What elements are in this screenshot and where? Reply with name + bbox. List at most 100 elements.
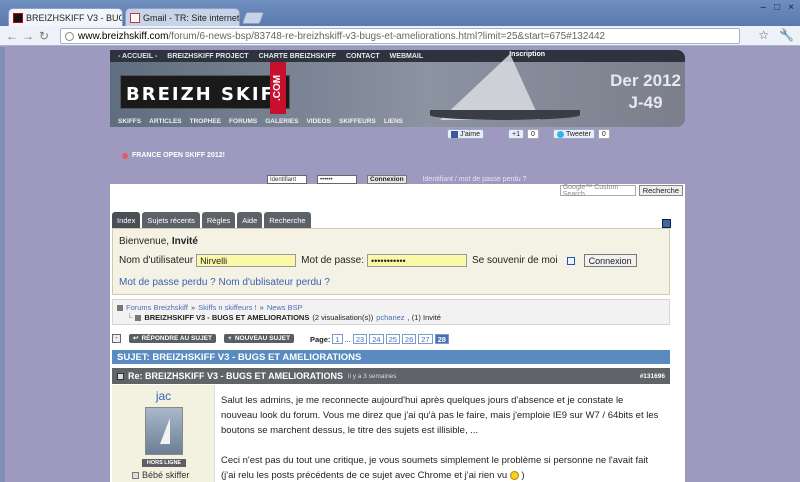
collapse-button[interactable]: - (112, 333, 121, 343)
forward-icon[interactable]: → (20, 29, 36, 43)
submenu-skiffeurs[interactable]: SKIFFEURS (339, 118, 376, 125)
breadcrumb-sep: » (259, 303, 264, 312)
bookmark-star-icon[interactable]: ☆ (758, 28, 769, 42)
topic-views: (2 visualisation(s)) (312, 313, 374, 322)
browser-tabstrip: BREIZHSKIFF V3 - BUGS ET AMELI × Gmail -… (0, 0, 800, 27)
header-login: Identifiant •••••• Connexion Identifiant… (267, 175, 527, 184)
post-line: (j'ai relu les posts précédents de ce su… (221, 470, 508, 481)
remember-checkbox[interactable] (566, 256, 575, 265)
gplus-button[interactable]: +1 (508, 129, 524, 139)
new-topic-label: NOUVEAU SUJET (234, 334, 291, 342)
author-name[interactable]: jac (112, 389, 215, 403)
search-input[interactable]: Google™ Custom Search (559, 184, 636, 198)
pagination-label: Page: (310, 334, 331, 344)
lost-credentials-link[interactable]: Mot de passe perdu ? Nom d'ublisateur pe… (119, 277, 330, 288)
header-lost-password-link[interactable]: Identifiant / mot de passe perdu ? (423, 176, 527, 183)
submenu-forums[interactable]: FORUMS (229, 118, 257, 125)
tab-rules[interactable]: Règles (201, 212, 236, 228)
tab-help[interactable]: Aide (237, 212, 263, 228)
reply-label: RÉPONDRE AU SUJET (141, 334, 213, 342)
submenu-liens[interactable]: LIENS (384, 118, 403, 125)
password-input[interactable]: ••••••••••• (366, 254, 467, 267)
submenu-videos[interactable]: VIDEOS (306, 118, 331, 125)
news-bullet-icon (122, 152, 128, 159)
post-id-link[interactable]: #131696 (640, 373, 665, 380)
page-link[interactable]: 26 (401, 334, 417, 344)
forum-home-icon (117, 304, 123, 311)
breadcrumb-sep: » (190, 303, 196, 312)
tab-recent-topics[interactable]: Sujets récents (142, 212, 200, 228)
browser-toolbar: ← → ↻ www.breizhskiff.com /forum/6-news-… (0, 26, 800, 46)
menu-project[interactable]: BREIZHSKIFF PROJECT (167, 53, 248, 60)
topic-subject-bar: SUJET: BREIZHSKIFF V3 - BUGS ET AMELIORA… (112, 350, 670, 364)
submenu-skiffs[interactable]: SKIFFS (118, 118, 141, 125)
post-age: il y a 3 semaines (348, 372, 397, 380)
browser-tab-breizhskiff[interactable]: BREIZHSKIFF V3 - BUGS ET AMELI × (8, 8, 123, 27)
page-link[interactable]: 23 (352, 334, 368, 344)
tab-search[interactable]: Recherche (264, 212, 311, 228)
page-ellipsis: ... (344, 334, 351, 344)
post-title[interactable]: Re: BREIZHSKIFF V3 - BUGS ET AMELIORATIO… (128, 371, 343, 381)
login-button[interactable]: Connexion (583, 254, 637, 267)
post-paragraph: Salut les admins, je me reconnecte aujou… (221, 395, 659, 436)
menu-webmail[interactable]: WEBMAIL (390, 53, 423, 60)
username-input[interactable]: Nirvelli (196, 254, 297, 267)
submenu-galeries[interactable]: GALERIES (265, 118, 298, 125)
breadcrumb-skiffs[interactable]: Skiffs n skiffeurs ! (198, 303, 257, 312)
avatar[interactable] (145, 407, 183, 455)
browser-tab-gmail[interactable]: Gmail - TR: Site internet - Tom × (125, 8, 240, 27)
facebook-like-button[interactable]: J'aime (447, 129, 485, 139)
site-logo[interactable]: BREIZH SKIFF (126, 84, 289, 105)
viewer-link[interactable]: pchanez (376, 313, 404, 322)
collapse-panel-icon[interactable] (662, 219, 671, 228)
twitter-bird-icon (557, 130, 564, 138)
gplus-count: 0 (526, 129, 539, 139)
facebook-like-label: J'aime (460, 130, 481, 138)
new-tab-button[interactable] (241, 12, 265, 24)
tweet-button[interactable]: Tweeter (553, 129, 595, 139)
back-icon[interactable]: ← (4, 29, 20, 43)
password-label: Mot de passe: (301, 255, 364, 266)
maximize-icon[interactable]: □ (774, 2, 780, 13)
facebook-icon (451, 130, 458, 138)
wrench-menu-icon[interactable]: 🔧 (779, 28, 794, 42)
submenu-trophee[interactable]: TROPHEE (190, 118, 221, 125)
close-window-icon[interactable]: × (788, 2, 794, 13)
smiley-icon (509, 470, 519, 480)
logo-com: .COM (270, 62, 286, 114)
header-username-input[interactable]: Identifiant (267, 175, 307, 184)
search-button[interactable]: Recherche (638, 185, 683, 196)
reply-button[interactable]: ↩ RÉPONDRE AU SUJET (129, 333, 217, 343)
news-ticker[interactable]: FRANCE OPEN SKIFF 2012! (122, 152, 225, 159)
author-rank: Bébé skiffer (132, 470, 189, 480)
submenu-articles[interactable]: ARTICLES (149, 118, 182, 125)
news-ticker-text: FRANCE OPEN SKIFF 2012! (132, 152, 225, 159)
post-status-icon (117, 372, 124, 380)
page-link[interactable]: 1 (332, 334, 343, 344)
tab-title: Gmail - TR: Site internet - Tom (143, 13, 240, 23)
search-box: Google™ Custom Search Recherche (559, 184, 683, 198)
boat-hull-image (430, 110, 580, 120)
header-login-button[interactable]: Connexion (367, 175, 407, 184)
tweet-label: Tweeter (566, 130, 591, 138)
page-link[interactable]: 25 (385, 334, 400, 344)
reload-icon[interactable]: ↻ (36, 29, 52, 43)
header-password-input[interactable]: •••••• (317, 175, 357, 184)
closing-paren: ) (521, 470, 525, 481)
guest-name: Invité (171, 236, 198, 247)
new-topic-button[interactable]: + NOUVEAU SUJET (224, 333, 295, 343)
menu-contact[interactable]: CONTACT (346, 53, 380, 60)
page-link[interactable]: 24 (369, 334, 384, 344)
url-host: www.breizhskiff.com (78, 30, 169, 42)
minimize-icon[interactable]: – (761, 2, 767, 13)
breadcrumb-news[interactable]: News BSP (267, 303, 303, 312)
menu-accueil[interactable]: - ACCUEIL - (118, 53, 157, 60)
breadcrumb-forums[interactable]: Forums Breizhskiff (126, 303, 188, 312)
menu-charte[interactable]: CHARTE BREIZHSKIFF (259, 53, 336, 60)
tab-index[interactable]: Index (112, 212, 141, 228)
reply-icon: ↩ (133, 335, 139, 342)
plus-icon: + (228, 334, 232, 342)
page-link[interactable]: 27 (418, 334, 433, 344)
address-bar[interactable]: www.breizhskiff.com /forum/6-news-bsp/83… (60, 28, 740, 44)
pagination: Page: 1 ... 23 24 25 26 27 28 (310, 334, 449, 344)
